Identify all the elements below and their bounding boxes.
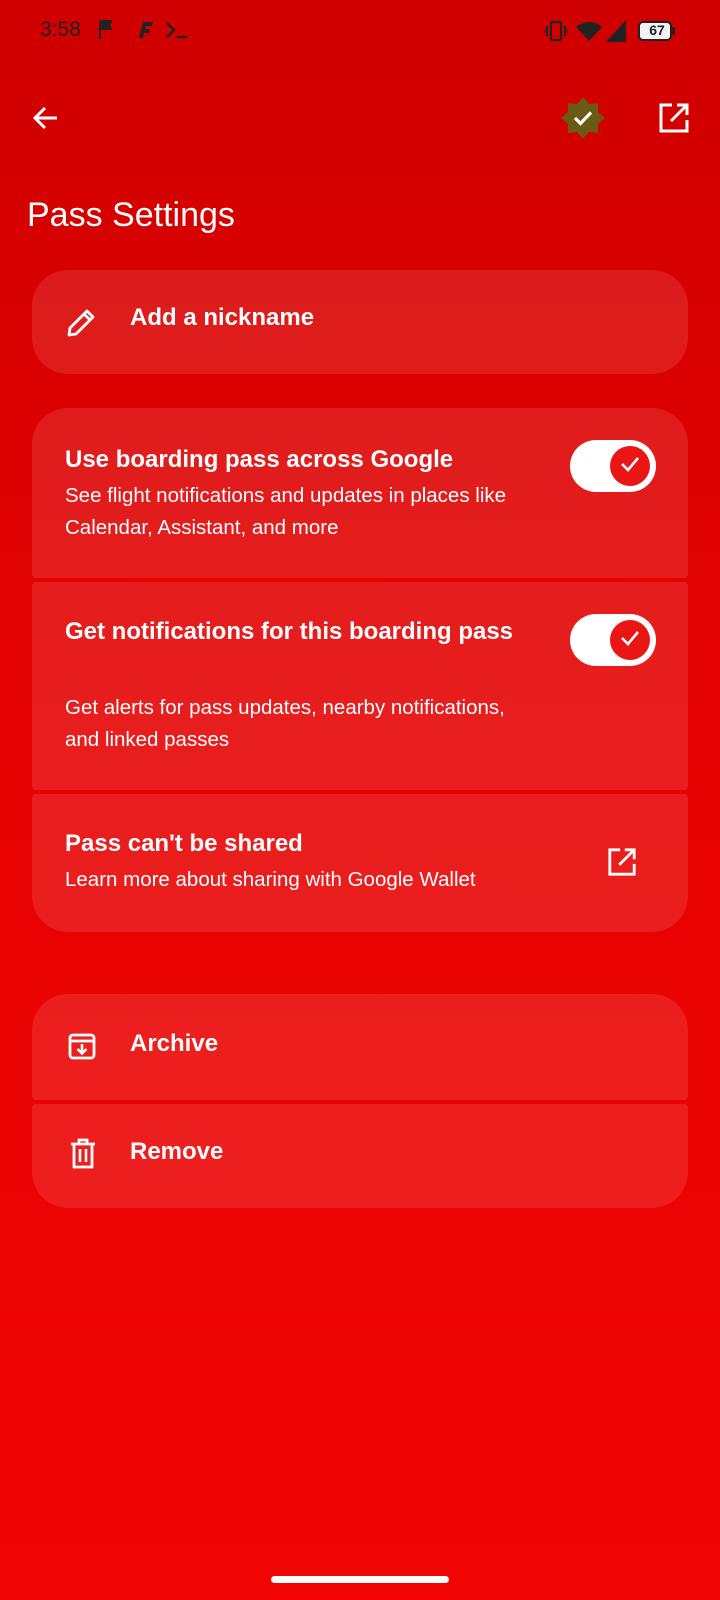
toggle-thumb — [610, 620, 650, 660]
home-indicator[interactable] — [271, 1576, 449, 1583]
sharing-setting-title: Pass can't be shared — [65, 830, 303, 857]
status-time: 3:58 — [40, 18, 81, 41]
add-nickname-label: Add a nickname — [130, 304, 315, 331]
flag-icon — [98, 17, 116, 48]
sharing-setting-subtitle: Learn more about sharing with Google Wal… — [65, 868, 476, 891]
add-nickname-row[interactable]: Add a nickname — [32, 270, 688, 374]
archive-label: Archive — [130, 1030, 219, 1057]
boarding-pass-notifications-row[interactable]: Get notifications for this boarding pass… — [32, 582, 688, 790]
boarding-pass-toggle[interactable] — [570, 440, 656, 492]
boarding-pass-setting-subtitle: See flight notifications and updates in … — [65, 484, 507, 539]
remove-row[interactable]: Remove — [32, 1104, 688, 1208]
boarding-pass-across-google-row[interactable]: Use boarding pass across Google See flig… — [32, 408, 688, 578]
verified-badge-button[interactable] — [555, 92, 611, 148]
pencil-icon — [64, 306, 98, 340]
trash-icon — [68, 1138, 98, 1170]
notifications-toggle[interactable] — [570, 614, 656, 666]
open-in-new-icon — [658, 102, 690, 139]
boarding-pass-setting-title: Use boarding pass across Google — [65, 446, 454, 473]
wifi-icon — [575, 19, 603, 48]
open-external-button[interactable] — [646, 92, 702, 148]
remove-label: Remove — [130, 1138, 224, 1165]
archive-row[interactable]: Archive — [32, 994, 688, 1100]
notifications-setting-subtitle: Get alerts for pass updates, nearby noti… — [65, 696, 505, 751]
terminal-icon — [165, 20, 191, 45]
app-f-icon — [135, 20, 155, 45]
back-button[interactable] — [18, 92, 74, 148]
status-bar: 3:58 67 — [0, 0, 720, 64]
battery-level: 67 — [649, 22, 665, 38]
signal-icon — [605, 19, 627, 48]
verified-star-badge-icon — [560, 95, 606, 146]
pass-sharing-row[interactable]: Pass can't be shared Learn more about sh… — [32, 794, 688, 932]
toggle-thumb — [610, 446, 650, 486]
check-icon — [619, 453, 641, 480]
arrow-back-icon — [31, 103, 61, 138]
open-in-new-icon[interactable] — [606, 846, 638, 878]
page-title: Pass Settings — [27, 196, 235, 234]
notifications-setting-title: Get notifications for this boarding pass — [65, 618, 514, 645]
check-icon — [619, 627, 641, 654]
vibrate-icon — [543, 20, 569, 47]
archive-icon — [66, 1030, 98, 1062]
